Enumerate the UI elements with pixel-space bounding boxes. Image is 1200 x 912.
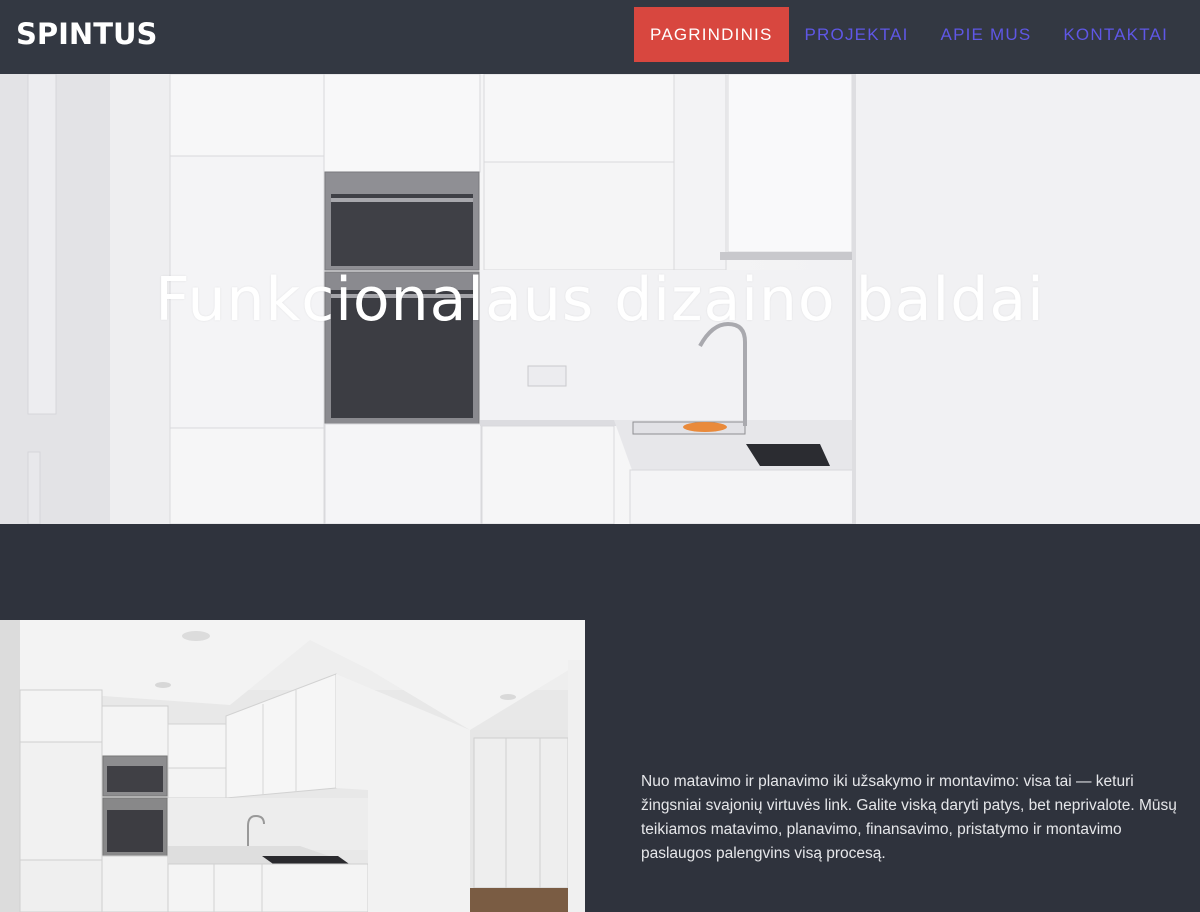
- nav-item-kontaktai[interactable]: KONTAKTAI: [1047, 7, 1184, 62]
- intro-section: Nuo matavimo ir planavimo iki užsakymo i…: [0, 524, 1200, 912]
- site-header: SPINTUS PAGRINDINIS PROJEKTAI APIE MUS K…: [0, 0, 1200, 74]
- intro-text: Nuo matavimo ir planavimo iki užsakymo i…: [641, 773, 1177, 862]
- kitchen-corner-image: [0, 620, 585, 912]
- hero-title: Funkcionalaus dizaino baldai: [155, 265, 1045, 335]
- nav-item-pagrindinis[interactable]: PAGRINDINIS: [634, 7, 789, 62]
- site-logo[interactable]: SPINTUS: [16, 14, 157, 54]
- kitchen-photo: [0, 620, 585, 912]
- main-nav: PAGRINDINIS PROJEKTAI APIE MUS KONTAKTAI: [634, 7, 1184, 62]
- nav-item-apie-mus[interactable]: APIE MUS: [925, 7, 1048, 62]
- hero-banner: Funkcionalaus dizaino baldai: [0, 74, 1200, 524]
- nav-item-projektai[interactable]: PROJEKTAI: [789, 7, 925, 62]
